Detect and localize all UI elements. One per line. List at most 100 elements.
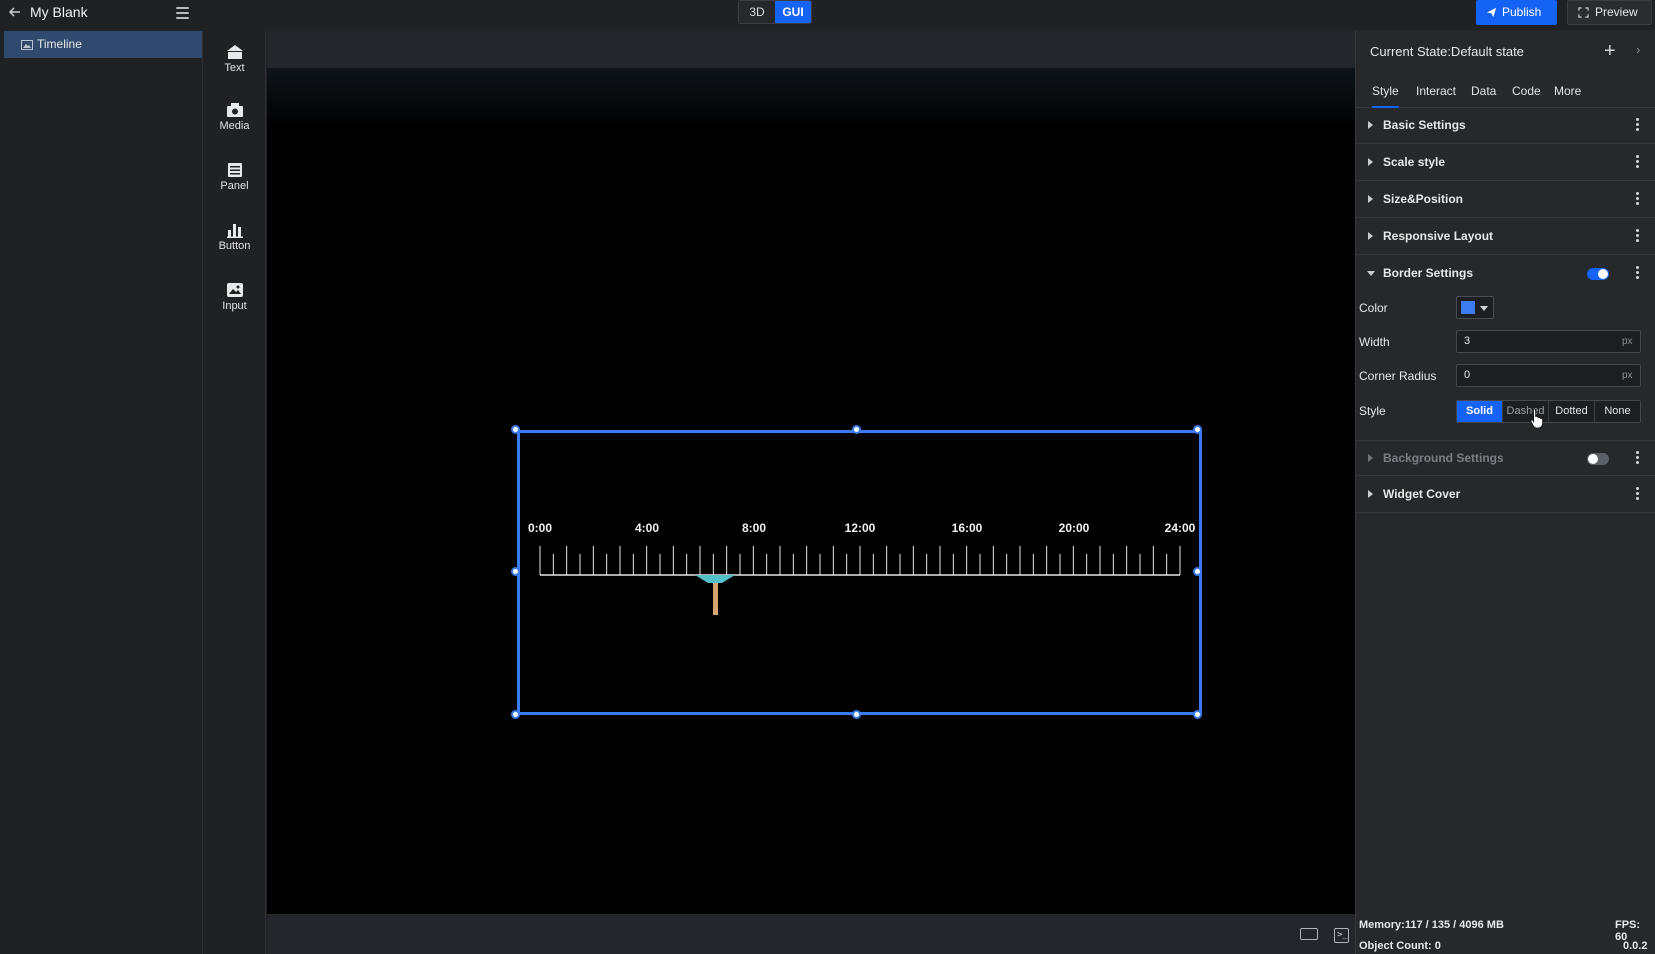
corner-radius-input[interactable]: 0 bbox=[1456, 364, 1641, 387]
section-title: Size&Position bbox=[1383, 192, 1464, 206]
publish-label: Publish bbox=[1502, 5, 1542, 19]
publish-button[interactable]: Publish bbox=[1476, 0, 1557, 25]
width-unit: px bbox=[1622, 336, 1633, 347]
widget-label: Input bbox=[222, 300, 247, 312]
send-icon bbox=[1486, 7, 1497, 18]
more-options-icon[interactable] bbox=[1636, 487, 1640, 503]
caret-right-icon bbox=[1368, 158, 1373, 166]
border-style-label: Style bbox=[1359, 404, 1386, 418]
border-color-picker[interactable] bbox=[1456, 296, 1494, 319]
section-title: Widget Cover bbox=[1383, 487, 1461, 501]
properties-panel: Current State:Default state + › Style In… bbox=[1355, 30, 1655, 954]
add-state-icon[interactable]: + bbox=[1604, 40, 1616, 63]
object-count: Object Count: 0 bbox=[1359, 940, 1441, 952]
tab-interact[interactable]: Interact bbox=[1416, 74, 1456, 108]
style-none-button[interactable]: None bbox=[1595, 401, 1640, 422]
timeline-label: 0:00 bbox=[527, 521, 553, 535]
timeline-label: 4:00 bbox=[634, 521, 660, 535]
more-options-icon[interactable] bbox=[1636, 192, 1640, 208]
tab-data[interactable]: Data bbox=[1471, 74, 1496, 108]
border-style-selector: Solid Dashed Dotted None bbox=[1456, 400, 1641, 423]
section-responsive-layout[interactable]: Responsive Layout bbox=[1356, 219, 1655, 255]
canvas-ruler-strip bbox=[267, 30, 1355, 68]
background-toggle[interactable] bbox=[1587, 453, 1609, 465]
widget-label: Button bbox=[218, 240, 251, 252]
resize-handle-right[interactable] bbox=[1193, 567, 1202, 576]
section-scale-style[interactable]: Scale style bbox=[1356, 145, 1655, 181]
caret-right-icon bbox=[1368, 232, 1373, 240]
section-title: Basic Settings bbox=[1383, 118, 1466, 132]
tab-style[interactable]: Style bbox=[1372, 74, 1399, 108]
preview-button[interactable]: Preview bbox=[1567, 0, 1652, 25]
hamburger-menu-icon[interactable] bbox=[174, 5, 192, 21]
style-solid-button[interactable]: Solid bbox=[1457, 401, 1503, 422]
section-background-settings[interactable]: Background Settings bbox=[1356, 440, 1655, 476]
section-title: Border Settings bbox=[1383, 266, 1474, 280]
tab-code[interactable]: Code bbox=[1512, 74, 1541, 108]
more-options-icon[interactable] bbox=[1636, 155, 1640, 171]
timeline-cursor-handle[interactable] bbox=[695, 575, 735, 615]
mode-3d-button[interactable]: 3D bbox=[739, 1, 775, 23]
timeline-label: 20:00 bbox=[1058, 521, 1090, 535]
widget-text[interactable]: Text bbox=[203, 44, 266, 92]
section-widget-cover[interactable]: Widget Cover bbox=[1356, 477, 1655, 513]
chevron-right-icon[interactable]: › bbox=[1636, 42, 1640, 57]
widget-label: Text bbox=[224, 62, 245, 74]
fullscreen-icon bbox=[1578, 7, 1589, 18]
border-toggle[interactable] bbox=[1587, 268, 1609, 280]
layer-item-timeline[interactable]: Timeline bbox=[4, 31, 202, 58]
border-width-input[interactable]: 3 bbox=[1456, 330, 1641, 353]
border-color-label: Color bbox=[1359, 301, 1388, 315]
more-options-icon[interactable] bbox=[1636, 229, 1640, 245]
caret-right-icon bbox=[1368, 121, 1373, 129]
resize-handle-bottom[interactable] bbox=[852, 710, 861, 719]
layers-panel: Timeline bbox=[0, 30, 203, 954]
button-widget-icon bbox=[226, 224, 243, 238]
widget-button[interactable]: Button bbox=[203, 222, 266, 270]
resize-handle-top[interactable] bbox=[852, 425, 861, 434]
color-swatch bbox=[1461, 301, 1475, 314]
section-border-settings[interactable]: Border Settings bbox=[1356, 256, 1655, 292]
mode-gui-button[interactable]: GUI bbox=[775, 1, 811, 23]
section-title: Scale style bbox=[1383, 155, 1446, 169]
keyboard-icon[interactable] bbox=[1300, 928, 1318, 940]
layer-label: Timeline bbox=[37, 37, 82, 51]
caret-down-icon bbox=[1367, 271, 1375, 276]
memory-readout: Memory:117 / 135 / 4096 MB bbox=[1359, 919, 1504, 931]
radius-unit: px bbox=[1622, 370, 1633, 381]
more-options-icon[interactable] bbox=[1636, 266, 1640, 282]
caret-right-icon bbox=[1368, 454, 1373, 462]
section-size-position[interactable]: Size&Position bbox=[1356, 182, 1655, 218]
more-options-icon[interactable] bbox=[1636, 118, 1640, 134]
image-layer-icon bbox=[21, 40, 33, 50]
panel-widget-icon bbox=[227, 163, 242, 177]
timeline-scale bbox=[539, 546, 1181, 615]
resize-handle-bottom-left[interactable] bbox=[511, 710, 520, 719]
style-dotted-button[interactable]: Dotted bbox=[1549, 401, 1595, 422]
resize-handle-top-left[interactable] bbox=[511, 425, 520, 434]
resize-handle-bottom-right[interactable] bbox=[1193, 710, 1202, 719]
section-title: Background Settings bbox=[1383, 451, 1504, 465]
more-options-icon[interactable] bbox=[1636, 451, 1640, 467]
resize-handle-top-right[interactable] bbox=[1193, 425, 1202, 434]
media-widget-icon bbox=[226, 103, 243, 117]
section-basic-settings[interactable]: Basic Settings bbox=[1356, 108, 1655, 144]
corner-radius-label: Corner Radius bbox=[1359, 369, 1437, 383]
widget-label: Media bbox=[219, 120, 250, 132]
widget-media[interactable]: Media bbox=[203, 102, 266, 150]
project-title: My Blank bbox=[30, 4, 88, 20]
widget-panel[interactable]: Panel bbox=[203, 162, 266, 210]
current-state-label: Current State:Default state bbox=[1370, 44, 1524, 59]
widget-label: Panel bbox=[220, 180, 249, 192]
chevron-down-icon bbox=[1480, 306, 1488, 311]
tab-more[interactable]: More bbox=[1554, 74, 1581, 108]
widget-input[interactable]: Input bbox=[203, 282, 266, 330]
resize-handle-left[interactable] bbox=[511, 567, 520, 576]
widget-toolbar: Text Media Panel Button Input bbox=[203, 30, 266, 954]
timeline-label: 24:00 bbox=[1164, 521, 1196, 535]
text-widget-icon bbox=[226, 45, 243, 59]
timeline-label: 16:00 bbox=[951, 521, 983, 535]
terminal-icon[interactable]: >_ bbox=[1334, 928, 1349, 943]
property-tabs: Style Interact Data Code More bbox=[1356, 74, 1655, 108]
back-arrow-icon[interactable] bbox=[8, 5, 26, 23]
